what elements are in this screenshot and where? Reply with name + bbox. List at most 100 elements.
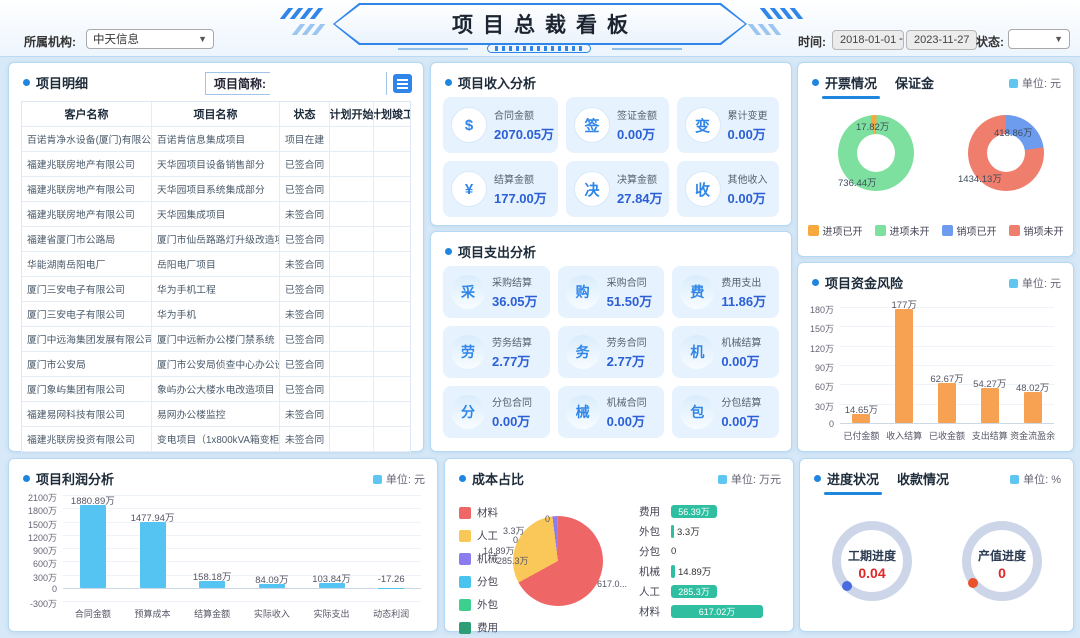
panel-income: 项目收入分析 $ 合同金额 2070.05万 签 签证金额 0.00万 变 累计…	[430, 62, 792, 226]
card-value: 2.77万	[607, 351, 647, 370]
bar	[378, 588, 404, 590]
status-select[interactable]: ▼	[1008, 29, 1070, 49]
table-row[interactable]: 百诺肯净水设备(厦门)有限公司百诺肯信息集成项目项目在建	[22, 127, 410, 152]
stat-card[interactable]: 分 分包合同 0.00万	[443, 386, 550, 438]
legend-item[interactable]: 销项已开	[942, 223, 997, 238]
cost-bar-row: 机械 14.89万	[639, 561, 785, 581]
table-row[interactable]: 厦门象屿集团有限公司象屿办公大楼水电改造项目已签合同	[22, 377, 410, 402]
stat-card[interactable]: ¥ 结算金额 177.00万	[443, 161, 558, 217]
page-title: 项目总裁看板	[442, 9, 638, 39]
banner-decoration-right2	[752, 24, 777, 35]
stat-card[interactable]: 收 其他收入 0.00万	[677, 161, 780, 217]
banner-dashes	[487, 44, 591, 53]
stat-card[interactable]: $ 合同金额 2070.05万	[443, 97, 558, 153]
subcontract-settle-icon: 包	[680, 395, 714, 429]
header: 所属机构: 中天信息 ▼ 项目总裁看板 时间: 2018-01-01 - 202…	[0, 0, 1080, 57]
search-input[interactable]	[270, 72, 386, 95]
legend-item[interactable]: 外包	[459, 597, 498, 612]
panel-fund-risk: 项目资金风险 单位: 元 180万 150万 120万 90万 60万 30万 …	[797, 262, 1074, 452]
card-value: 51.50万	[607, 291, 653, 310]
card-value: 0.00万	[607, 411, 647, 430]
table-row[interactable]: 福建省厦门市公路局厦门市仙岳路路灯升级改造项目已签合同	[22, 227, 410, 252]
table-row[interactable]: 厦门市公安局厦门市公安局侦查中心办公设...已签合同	[22, 352, 410, 377]
card-label: 合同金额	[494, 107, 554, 122]
stat-card[interactable]: 械 机械合同 0.00万	[558, 386, 665, 438]
cost-bar-row: 费用 56.39万	[639, 501, 785, 521]
stat-card[interactable]: 购 采购合同 51.50万	[558, 266, 665, 318]
legend-item[interactable]: 进项已开	[808, 223, 863, 238]
contract-amount-icon: $	[451, 107, 487, 143]
card-label: 费用支出	[721, 274, 766, 289]
table-row[interactable]: 厦门三安电子有限公司华为手机工程已签合同	[22, 277, 410, 302]
stat-card[interactable]: 变 累计变更 0.00万	[677, 97, 780, 153]
stat-card[interactable]: 费 费用支出 11.86万	[672, 266, 779, 318]
card-label: 决算金额	[617, 171, 663, 186]
legend-item[interactable]: 费用	[459, 620, 498, 635]
card-label: 结算金额	[494, 171, 547, 186]
cost-legend: 材料人工机械分包外包费用	[459, 505, 498, 635]
card-label: 分包合同	[492, 394, 532, 409]
bar	[80, 505, 106, 588]
time-label: 时间:	[798, 33, 826, 50]
list-icon[interactable]	[393, 74, 412, 93]
legend-item[interactable]: 进项未开	[875, 223, 930, 238]
table-row[interactable]: 厦门中远海集团发展有限公司厦门中远新办公楼门禁系统已签合同	[22, 327, 410, 352]
tab-collection-status[interactable]: 收款情况	[897, 469, 949, 488]
stat-card[interactable]: 务 劳务合同 2.77万	[558, 326, 665, 378]
tab-progress-status[interactable]: 进度状况	[827, 469, 879, 488]
card-value: 11.86万	[721, 291, 766, 310]
table-row[interactable]: 福建易网科技有限公司易网办公楼监控未签合同	[22, 402, 410, 427]
expense-cards: 采 采购结算 36.05万 购 采购合同 51.50万 费 费用支出 11.86…	[443, 266, 779, 438]
output-gauge-value: 0	[942, 565, 1062, 581]
stat-card[interactable]: 劳 劳务结算 2.77万	[443, 326, 550, 378]
panel-project-detail: 项目明细 项目简称: 客户名称 项目名称 状态 计划开始 计划竣工 百诺肯净水设…	[8, 62, 424, 452]
table-row[interactable]: 福建兆联房地产有限公司天华园项目设备销售部分已签合同	[22, 152, 410, 177]
legend-item[interactable]: 销项未开	[1009, 223, 1064, 238]
card-label: 劳务结算	[492, 334, 532, 349]
chevron-down-icon: ▼	[198, 34, 207, 44]
schedule-gauge-value: 0.04	[812, 565, 932, 581]
settlement-amount-icon: ¥	[451, 171, 487, 207]
card-label: 采购结算	[492, 274, 538, 289]
other-income-icon: 收	[685, 171, 721, 207]
stat-card[interactable]: 采 采购结算 36.05万	[443, 266, 550, 318]
fund-risk-chart: 180万 150万 120万 90万 60万 30万 0 14.65万 已付金额…	[798, 263, 1073, 451]
panel-title: 项目明细	[36, 73, 88, 92]
card-value: 27.84万	[617, 188, 663, 207]
card-value: 36.05万	[492, 291, 538, 310]
table-row[interactable]: 华能湖南岳阳电厂岳阳电厂项目未签合同	[22, 252, 410, 277]
legend-item[interactable]: 人工	[459, 528, 498, 543]
fee-expense-icon: 费	[680, 275, 714, 309]
card-value: 2.77万	[492, 351, 532, 370]
table-row[interactable]: 福建兆联房投资有限公司变电项目（1x800kVA箱变柜）未签合同	[22, 427, 410, 452]
gauge-dot	[842, 581, 852, 591]
date-to-input[interactable]: 2023-11-27	[906, 30, 977, 50]
table-row[interactable]: 厦门三安电子有限公司华为手机未签合同	[22, 302, 410, 327]
stat-card[interactable]: 包 分包结算 0.00万	[672, 386, 779, 438]
date-from-input[interactable]: 2018-01-01	[832, 30, 904, 50]
bar	[140, 522, 166, 587]
card-value: 177.00万	[494, 188, 547, 207]
card-value: 0.00万	[728, 124, 768, 143]
panel-invoice: 开票情况 保证金 单位: 元 17.82万 736.44万 418.86万 14…	[797, 62, 1074, 257]
cost-bar-row: 人工 285.3万	[639, 581, 785, 601]
tab-invoice-status[interactable]: 开票情况	[825, 73, 877, 92]
legend-item[interactable]: 材料	[459, 505, 498, 520]
project-search-box: 项目简称:	[205, 72, 387, 95]
card-label: 其他收入	[728, 171, 768, 186]
stat-card[interactable]: 签 签证金额 0.00万	[566, 97, 669, 153]
table-row[interactable]: 福建兆联房地产有限公司天华园项目系统集成部分已签合同	[22, 177, 410, 202]
legend-item[interactable]: 分包	[459, 574, 498, 589]
stat-card[interactable]: 决 决算金额 27.84万	[566, 161, 669, 217]
org-select[interactable]: 中天信息 ▼	[86, 29, 214, 49]
panel-progress: 进度状况 收款情况 单位: % 工期进度 0.04 产值进度 0	[799, 458, 1074, 632]
stat-card[interactable]: 机 机械结算 0.00万	[672, 326, 779, 378]
project-table-body: 百诺肯净水设备(厦门)有限公司百诺肯信息集成项目项目在建福建兆联房地产有限公司天…	[22, 127, 410, 452]
table-row[interactable]: 福建兆联房地产有限公司天华园集成项目未签合同	[22, 202, 410, 227]
card-value: 0.00万	[617, 124, 657, 143]
card-label: 采购合同	[607, 274, 653, 289]
tab-deposit[interactable]: 保证金	[895, 73, 934, 92]
card-label: 机械合同	[607, 394, 647, 409]
panel-expense: 项目支出分析 采 采购结算 36.05万 购 采购合同 51.50万 费 费用支…	[430, 231, 792, 452]
income-cards: $ 合同金额 2070.05万 签 签证金额 0.00万 变 累计变更 0.00…	[443, 97, 779, 217]
